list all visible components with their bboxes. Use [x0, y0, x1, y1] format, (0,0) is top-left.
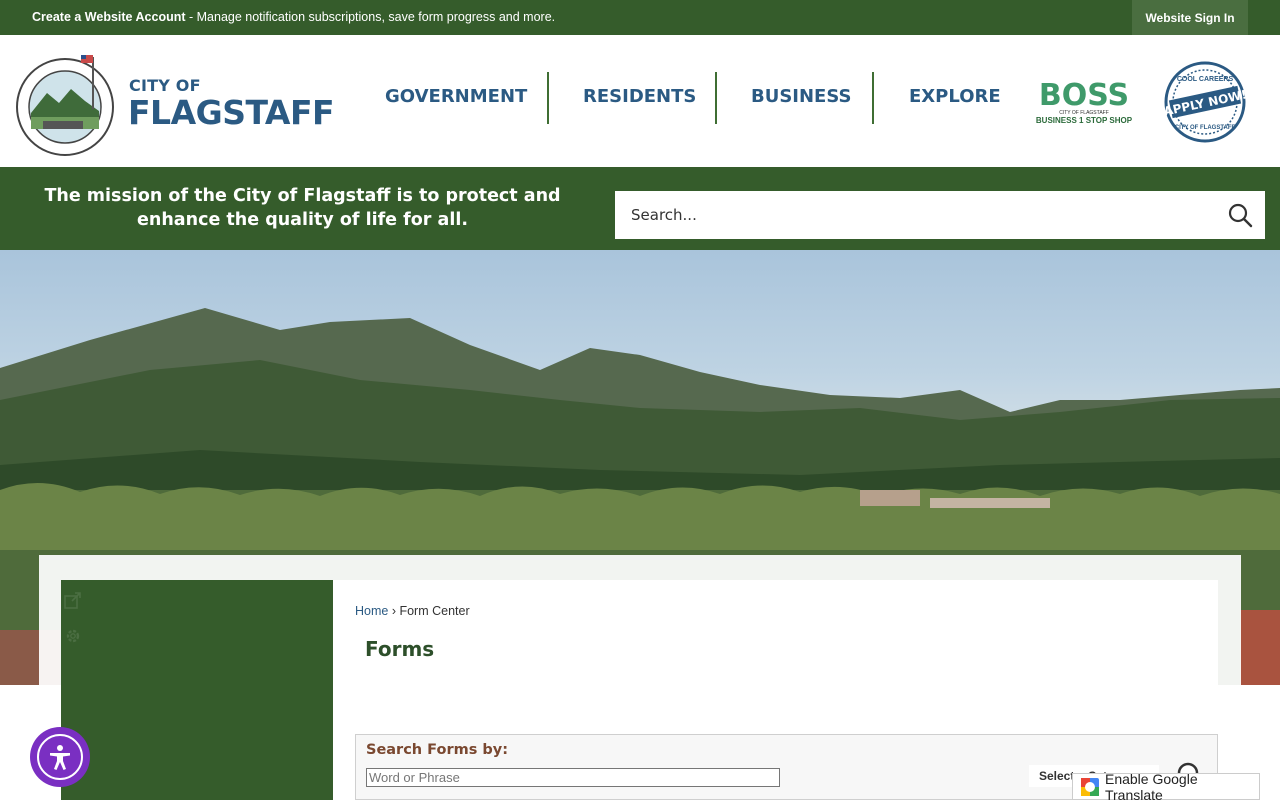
google-translate-label: Enable Google Translate	[1104, 770, 1198, 800]
search-forms-label: Search Forms by:	[366, 742, 509, 758]
gear-icon[interactable]	[64, 627, 82, 645]
nav-explore[interactable]: EXPLORE	[909, 86, 1001, 107]
create-account-description: - Manage notification subscriptions, sav…	[185, 10, 556, 24]
nav-government[interactable]: GOVERNMENT	[385, 86, 527, 107]
nav-residents[interactable]: RESIDENTS	[583, 86, 696, 107]
site-search	[615, 191, 1265, 239]
nav-separator	[547, 72, 549, 124]
accessibility-ring	[37, 734, 83, 780]
breadcrumb-current: Form Center	[399, 604, 470, 618]
create-account-message[interactable]: Create a Website Account - Manage notifi…	[32, 10, 555, 24]
search-icon[interactable]	[1227, 202, 1253, 228]
accessibility-button[interactable]	[30, 727, 90, 787]
nav-separator	[872, 72, 874, 124]
top-utility-bar: Create a Website Account - Manage notifi…	[0, 0, 1280, 35]
city-seal-logo[interactable]	[15, 45, 117, 157]
website-sign-in-button[interactable]: Website Sign In	[1132, 0, 1248, 35]
boss-logo[interactable]: BOSS CITY OF FLAGSTAFF BUSINESS 1 STOP S…	[1033, 75, 1135, 129]
nav-business[interactable]: BUSINESS	[751, 86, 851, 107]
site-search-input[interactable]	[615, 191, 1215, 239]
nav-separator	[715, 72, 717, 124]
left-sidebar	[61, 580, 333, 800]
breadcrumb-separator: ›	[388, 604, 400, 618]
site-header: CITY OF FLAGSTAFF GOVERNMENT RESIDENTS B…	[0, 35, 1280, 167]
accessibility-icon	[50, 745, 70, 770]
apply-now-badge[interactable]: COOL CAREERS APPLY NOW! CITY OF FLAGSTAF…	[1164, 61, 1246, 143]
boss-logo-text: BOSS	[1039, 78, 1129, 113]
forms-search-input[interactable]	[366, 768, 780, 787]
brand-flagstaff[interactable]: FLAGSTAFF	[128, 93, 335, 132]
breadcrumb-home-link[interactable]: Home	[355, 604, 388, 618]
google-icon	[1081, 777, 1099, 796]
mission-search-band: The mission of the City of Flagstaff is …	[0, 167, 1280, 250]
boss-logo-tagline: BUSINESS 1 STOP SHOP	[1036, 116, 1133, 125]
apply-badge-bottom: CITY OF FLAGSTAFF	[1175, 125, 1236, 131]
breadcrumb: Home › Form Center	[355, 604, 470, 618]
apply-badge-top: COOL CAREERS	[1177, 76, 1234, 83]
page-title: Forms	[365, 637, 435, 661]
google-translate-button[interactable]: Enable Google Translate	[1072, 770, 1260, 800]
share-icon[interactable]	[64, 591, 82, 609]
create-account-link[interactable]: Create a Website Account	[32, 10, 186, 24]
mission-statement: The mission of the City of Flagstaff is …	[44, 186, 561, 230]
